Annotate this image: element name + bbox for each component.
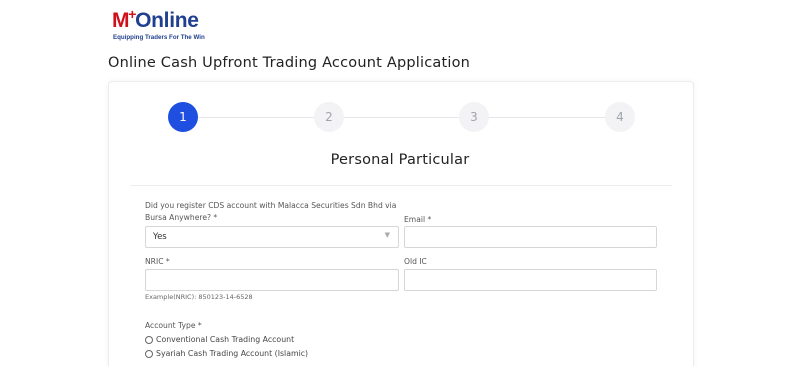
logo-m: M (112, 9, 130, 32)
old-ic-field[interactable] (404, 269, 657, 291)
logo-plus: + (128, 6, 137, 22)
stepper-line (183, 117, 620, 118)
step-2[interactable]: 2 (314, 102, 344, 132)
nric-label: NRIC * (145, 257, 170, 266)
account-type-label: Account Type * (145, 321, 202, 330)
radio-label-conventional: Conventional Cash Trading Account (156, 335, 295, 344)
email-field[interactable] (404, 226, 657, 248)
step-3[interactable]: 3 (459, 102, 489, 132)
nric-hint: Example(NRIC): 850123-14-6528 (145, 293, 253, 301)
section-divider (130, 185, 672, 186)
radio-syariah[interactable] (145, 349, 153, 358)
logo-brand: M+Online (112, 6, 199, 33)
cds-question-label-line2: Bursa Anywhere? * (145, 213, 218, 222)
chevron-down-icon: ▼ (384, 231, 390, 239)
radio-conventional[interactable] (145, 335, 153, 344)
cds-question-label-line1: Did you register CDS account with Malacc… (145, 201, 397, 210)
account-type-option-conventional[interactable]: Conventional Cash Trading Account (145, 335, 294, 344)
account-type-option-syariah[interactable]: Syariah Cash Trading Account (Islamic) (145, 349, 308, 358)
page-title: Online Cash Upfront Trading Account Appl… (108, 55, 471, 71)
logo-online: Online (135, 9, 199, 32)
nric-field[interactable] (145, 269, 399, 291)
email-label: Email * (404, 215, 432, 224)
old-ic-label: Old IC (404, 257, 427, 266)
section-title: Personal Particular (330, 152, 470, 168)
logo-tagline: Equipping Traders For The Win (113, 34, 205, 41)
cds-select[interactable]: Yes ▼ (145, 226, 399, 248)
step-4[interactable]: 4 (605, 102, 635, 132)
logo[interactable]: M+Online Equipping Traders For The Win (112, 6, 212, 42)
cds-select-value: Yes (153, 232, 167, 242)
radio-label-syariah: Syariah Cash Trading Account (Islamic) (156, 349, 309, 358)
step-1[interactable]: 1 (168, 102, 198, 132)
